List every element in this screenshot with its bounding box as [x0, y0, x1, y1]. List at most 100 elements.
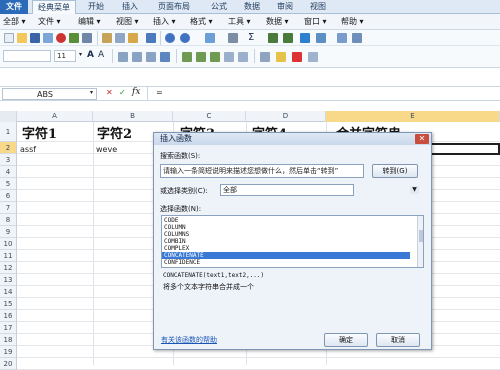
- close-icon[interactable]: ✕: [415, 134, 429, 144]
- column-header-a[interactable]: A: [17, 111, 93, 122]
- row-header[interactable]: 10: [0, 238, 17, 250]
- menu-insert[interactable]: 插入 ▾: [153, 14, 176, 30]
- research-icon[interactable]: [82, 33, 92, 43]
- menu-tools[interactable]: 工具 ▾: [228, 14, 251, 30]
- name-box[interactable]: ABS: [2, 88, 97, 100]
- goto-button[interactable]: 转到(G): [372, 164, 418, 178]
- sort-icon[interactable]: [228, 33, 238, 43]
- tab-file[interactable]: 文件: [0, 0, 28, 14]
- tab-view[interactable]: 视图: [304, 0, 332, 14]
- sort-descending-icon[interactable]: [283, 33, 293, 43]
- align-center-icon[interactable]: [132, 52, 142, 62]
- category-select[interactable]: 全部 ▼: [220, 184, 419, 196]
- row-header[interactable]: 14: [0, 286, 17, 298]
- fill-color-icon[interactable]: [276, 52, 286, 62]
- enter-icon[interactable]: ✓: [119, 88, 126, 97]
- hyperlink-icon[interactable]: [205, 33, 215, 43]
- name-box-dropdown-icon[interactable]: ▾: [90, 89, 93, 96]
- menu-all[interactable]: 全部 ▾: [3, 14, 26, 30]
- menu-edit[interactable]: 编辑 ▾: [78, 14, 101, 30]
- cell-a2[interactable]: assf: [20, 145, 36, 154]
- function-list-scrollbar[interactable]: [417, 216, 423, 267]
- save-icon[interactable]: [30, 33, 40, 43]
- row-header[interactable]: 19: [0, 346, 17, 358]
- indent-icon[interactable]: [260, 52, 270, 62]
- column-header-b[interactable]: B: [93, 111, 173, 122]
- column-header-e[interactable]: E: [326, 111, 500, 122]
- merge-center-icon[interactable]: [160, 52, 170, 62]
- menu-window[interactable]: 窗口 ▾: [304, 14, 327, 30]
- function-list-item[interactable]: COMBIN: [164, 238, 412, 245]
- undo-icon[interactable]: [165, 33, 175, 43]
- borders-icon[interactable]: [308, 52, 318, 62]
- function-list-item[interactable]: CONCATENATE: [162, 252, 410, 259]
- menu-view[interactable]: 视图 ▾: [116, 14, 139, 30]
- tab-formulas[interactable]: 公式: [205, 0, 233, 14]
- tab-home[interactable]: 开始: [82, 0, 110, 14]
- copy-icon[interactable]: [115, 33, 125, 43]
- bold-icon[interactable]: A: [87, 50, 94, 60]
- tab-insert[interactable]: 插入: [116, 0, 144, 14]
- font-size-select[interactable]: 11: [54, 50, 76, 62]
- tab-classic-menu[interactable]: 经典菜单: [32, 0, 76, 14]
- format-painter-icon[interactable]: [146, 33, 156, 43]
- zoom-icon[interactable]: [337, 33, 347, 43]
- function-list-item[interactable]: CODE: [164, 217, 412, 224]
- decrease-decimal-icon[interactable]: [238, 52, 248, 62]
- function-list-item[interactable]: COLUMNS: [164, 231, 412, 238]
- chevron-down-icon[interactable]: ▾: [79, 51, 82, 58]
- autosum-icon[interactable]: Σ: [248, 32, 254, 43]
- print-icon[interactable]: [43, 33, 53, 43]
- chart-icon[interactable]: [300, 33, 310, 43]
- function-list-item[interactable]: COMPLEX: [164, 245, 412, 252]
- row-header[interactable]: 9: [0, 226, 17, 238]
- paste-icon[interactable]: [128, 33, 138, 43]
- cell-b1[interactable]: 字符2: [97, 123, 132, 142]
- cut-icon[interactable]: [102, 33, 112, 43]
- function-help-link[interactable]: 有关该函数的帮助: [161, 335, 217, 345]
- comma-style-icon[interactable]: [210, 52, 220, 62]
- align-right-icon[interactable]: [146, 52, 156, 62]
- row-header[interactable]: 15: [0, 298, 17, 310]
- insert-function-icon[interactable]: fx: [132, 87, 140, 97]
- spellcheck-icon[interactable]: [69, 33, 79, 43]
- tab-page-layout[interactable]: 页面布局: [152, 0, 196, 14]
- column-header-d[interactable]: D: [246, 111, 326, 122]
- tab-review[interactable]: 审阅: [271, 0, 299, 14]
- font-color-icon[interactable]: [292, 52, 302, 62]
- column-header-c[interactable]: C: [173, 111, 246, 122]
- align-left-icon[interactable]: [118, 52, 128, 62]
- row-header[interactable]: 20: [0, 358, 17, 370]
- cancel-button[interactable]: 取消: [376, 333, 420, 347]
- row-header[interactable]: 4: [0, 166, 17, 178]
- percent-icon[interactable]: [196, 52, 206, 62]
- font-size-decrease-icon[interactable]: A: [98, 50, 104, 60]
- chevron-down-icon[interactable]: ▼: [410, 186, 419, 194]
- drawing-icon[interactable]: [316, 33, 326, 43]
- sort-ascending-icon[interactable]: [268, 33, 278, 43]
- function-list-item[interactable]: COLUMN: [164, 224, 412, 231]
- cell-b2[interactable]: weve: [96, 145, 117, 154]
- menu-file[interactable]: 文件 ▾: [38, 14, 61, 30]
- row-header[interactable]: 5: [0, 178, 17, 190]
- currency-icon[interactable]: [182, 52, 192, 62]
- row-header[interactable]: 13: [0, 274, 17, 286]
- row-header[interactable]: 2: [0, 142, 17, 154]
- menu-format[interactable]: 格式 ▾: [190, 14, 213, 30]
- menu-help[interactable]: 帮助 ▾: [341, 14, 364, 30]
- print-preview-icon[interactable]: [56, 33, 66, 43]
- cancel-icon[interactable]: ✕: [106, 88, 113, 97]
- row-header[interactable]: 18: [0, 334, 17, 346]
- function-list[interactable]: CODE COLUMN COLUMNS COMBIN COMPLEX CONCATENAT…: [161, 215, 424, 268]
- font-name-select[interactable]: [3, 50, 51, 62]
- increase-decimal-icon[interactable]: [224, 52, 234, 62]
- tab-data[interactable]: 数据: [238, 0, 266, 14]
- row-header[interactable]: 11: [0, 250, 17, 262]
- row-header[interactable]: 17: [0, 322, 17, 334]
- scrollbar-thumb[interactable]: [419, 230, 423, 242]
- row-header[interactable]: 7: [0, 202, 17, 214]
- row-header[interactable]: 8: [0, 214, 17, 226]
- select-all-corner[interactable]: [0, 111, 17, 122]
- new-document-icon[interactable]: [4, 33, 14, 43]
- row-header[interactable]: 1: [0, 122, 17, 142]
